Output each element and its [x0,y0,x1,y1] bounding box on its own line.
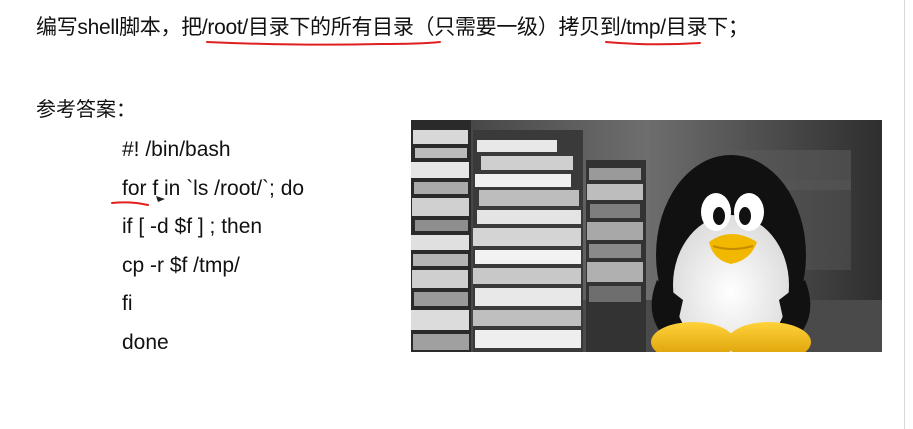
slide-edge-divider [904,0,905,429]
code-block: #! /bin/bash for f in `ls /root/`; do if… [122,136,304,367]
tux-books-illustration [411,120,882,352]
underlined-tmp-path: /tmp/ [620,16,666,39]
underlined-root-path: /root/目录下的所有目录 [201,16,414,39]
code-line: cp -r $f /tmp/ [122,253,240,277]
code-line: done [122,330,169,354]
code-line: #! /bin/bash [122,138,231,161]
question-text: 编写shell脚本，把/root/目录下的所有目录（只需要一级）拷贝到/tmp/… [36,16,749,39]
code-line: fi [122,292,133,315]
slide: 编写shell脚本，把/root/目录下的所有目录（只需要一级）拷贝到/tmp/… [0,0,913,429]
tux-penguin-photo [411,120,882,352]
code-line: for f in `ls /root/`; do [122,176,305,200]
code-line: if [ -d $f ] ; then [122,215,263,238]
answer-label: 参考答案： [36,99,136,121]
